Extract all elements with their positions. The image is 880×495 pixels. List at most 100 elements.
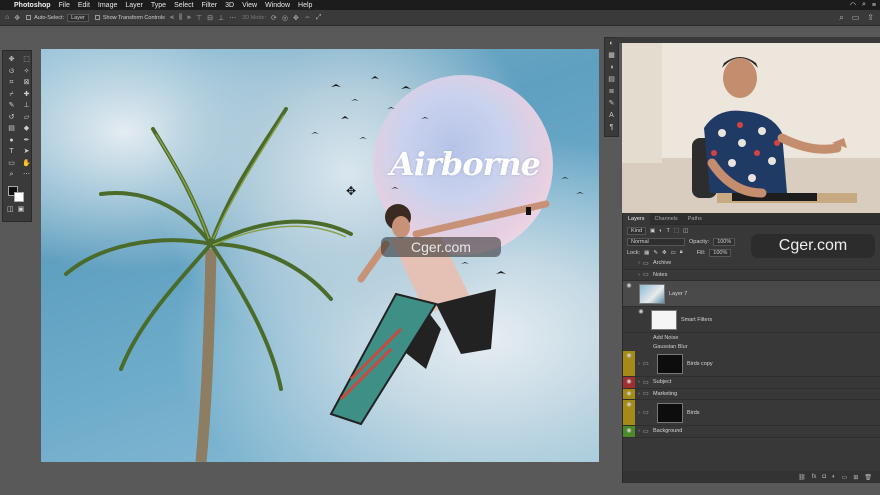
eye-icon[interactable]: ◉ [623,377,635,388]
zoom-tool-icon[interactable]: ⌕ [5,170,18,181]
history-brush-icon[interactable]: ↺ [5,113,18,124]
stamp-tool-icon[interactable]: ⊥ [20,101,33,112]
visibility-toggle[interactable] [623,270,635,281]
menu-filter[interactable]: Filter [202,2,218,9]
pen-tool-icon[interactable]: ✒ [20,136,33,147]
expand-arrow-icon[interactable]: › [635,428,643,434]
share-icon[interactable]: ⇪ [867,13,874,23]
layer-row[interactable]: › ▭ Archive [623,258,880,270]
expand-arrow-icon[interactable]: › [635,272,643,278]
menu-edit[interactable]: Edit [78,2,90,9]
type-tool-icon[interactable]: T [5,147,18,158]
align-right-icon[interactable]: ⫸ [187,14,191,22]
properties-panel-icon[interactable]: ≣ [605,86,618,98]
eye-icon[interactable]: ◉ [623,351,635,376]
lock-all-icon[interactable]: 🔒︎ [680,249,683,256]
more-tools-icon[interactable]: ⋯ [20,170,33,181]
layer-row[interactable]: ◉ › ▭ Birds copy [623,351,880,377]
eraser-tool-icon[interactable]: ▱ [20,113,33,124]
color-swatches[interactable] [3,184,31,202]
tab-layers[interactable]: Layers [623,212,650,225]
smart-filter-icon[interactable]: ◫ [683,228,688,234]
quick-mask-icon[interactable]: ◫ [7,205,14,213]
layer-row[interactable]: ◉ › ▭ Birds [623,400,880,426]
menu-file[interactable]: File [59,2,70,9]
menu-window[interactable]: Window [265,2,290,9]
crop-tool-icon[interactable]: ⌗ [5,78,18,89]
align-top-icon[interactable]: ⊤ [196,14,202,22]
layer-row[interactable]: ◉ › ▭ Background [623,426,880,438]
blur-tool-icon[interactable]: ◆ [20,124,33,135]
roll-icon[interactable]: ◎ [282,14,288,22]
expand-arrow-icon[interactable]: › [635,379,643,385]
shape-tool-icon[interactable]: ▭ [5,159,18,170]
menu-3d[interactable]: 3D [225,2,234,9]
menu-image[interactable]: Image [98,2,117,9]
hand-tool-icon[interactable]: ✋ [20,159,33,170]
opacity-field[interactable]: 100% [713,237,736,246]
lock-pixels-icon[interactable]: ▦ [644,250,649,256]
gradient-tool-icon[interactable]: ▤ [5,124,18,135]
lock-artboard-icon[interactable]: ▭ [671,250,676,256]
layer-row[interactable]: › ▭ Notes [623,270,880,281]
swatches-panel-icon[interactable]: ▦ [605,50,618,62]
link-layers-icon[interactable]: ⛓ [798,474,806,481]
filter-row-gaussian-blur[interactable]: Gaussian Blur [623,342,880,351]
tab-paths[interactable]: Paths [683,213,707,225]
distribute-icon[interactable]: ⋯ [229,14,236,22]
smart-filters-row[interactable]: ◉ Smart Filters [623,307,880,333]
search-icon[interactable]: ⌕ [839,13,843,23]
lock-paint-icon[interactable]: ✎ [653,250,658,256]
move-tool-icon[interactable]: ✥ [5,55,18,66]
magic-wand-tool-icon[interactable]: ✧ [20,67,33,78]
blend-mode-dropdown[interactable]: Normal [627,237,685,246]
expand-arrow-icon[interactable]: › [635,260,643,266]
pixel-filter-icon[interactable]: ▣ [650,228,655,234]
move-tool-icon[interactable]: ✥ [14,14,20,22]
align-bottom-icon[interactable]: ⊥ [218,14,224,22]
frame-tool-icon[interactable]: ⊠ [20,78,33,89]
layer-style-icon[interactable]: fx [812,474,817,480]
wifi-icon[interactable]: ◠ [850,1,856,9]
eye-icon[interactable]: ◉ [623,388,635,399]
expand-arrow-icon[interactable]: › [635,391,643,397]
character-panel-icon[interactable]: A [605,110,618,122]
dodge-tool-icon[interactable]: ● [5,136,18,147]
expand-arrow-icon[interactable]: › [635,410,643,416]
app-name[interactable]: Photoshop [14,2,51,9]
align-left-icon[interactable]: ⫷ [170,14,174,22]
eye-icon[interactable]: ◉ [623,400,635,425]
menu-view[interactable]: View [242,2,257,9]
filter-row-add-noise[interactable]: Add Noise [623,333,880,342]
menu-help[interactable]: Help [298,2,312,9]
libraries-panel-icon[interactable]: ▤ [605,74,618,86]
menu-type[interactable]: Type [151,2,166,9]
tab-channels[interactable]: Channels [650,213,683,225]
brush-tool-icon[interactable]: ✎ [5,101,18,112]
menu-select[interactable]: Select [174,2,193,9]
eye-icon[interactable]: ◉ [635,307,647,332]
trash-icon[interactable]: 🗑︎ [864,474,872,481]
adjustments-panel-icon[interactable]: ◑ [605,62,618,74]
eyedropper-tool-icon[interactable]: ⌿ [5,90,18,101]
brush-panel-icon[interactable]: ✎ [605,98,618,110]
auto-select-dropdown[interactable]: Layer [67,13,89,22]
document-canvas[interactable]: Airborne Cger.com ✥ [41,49,599,462]
lock-position-icon[interactable]: ✥ [662,250,667,256]
search-icon[interactable]: ⌕ [862,1,866,9]
pan-icon[interactable]: ✥ [293,14,299,22]
adjust-filter-icon[interactable]: ◐ [659,228,662,234]
align-middle-icon[interactable]: ⊟ [207,14,213,22]
menu-layer[interactable]: Layer [125,2,143,9]
layer-row-selected[interactable]: ◉ Layer 7 [623,281,880,307]
shape-filter-icon[interactable]: ⬚ [674,228,679,234]
eye-icon[interactable]: ◉ [623,281,635,306]
visibility-toggle[interactable] [623,258,635,269]
fill-field[interactable]: 100% [709,248,732,257]
workspace-icon[interactable]: ▭ [852,13,860,23]
marquee-tool-icon[interactable]: ⬚ [20,55,33,66]
background-color[interactable] [14,191,24,202]
type-filter-icon[interactable]: T [667,228,670,234]
auto-select-checkbox[interactable] [26,15,32,20]
layer-row[interactable]: ◉ › ▭ Subject [623,377,880,389]
